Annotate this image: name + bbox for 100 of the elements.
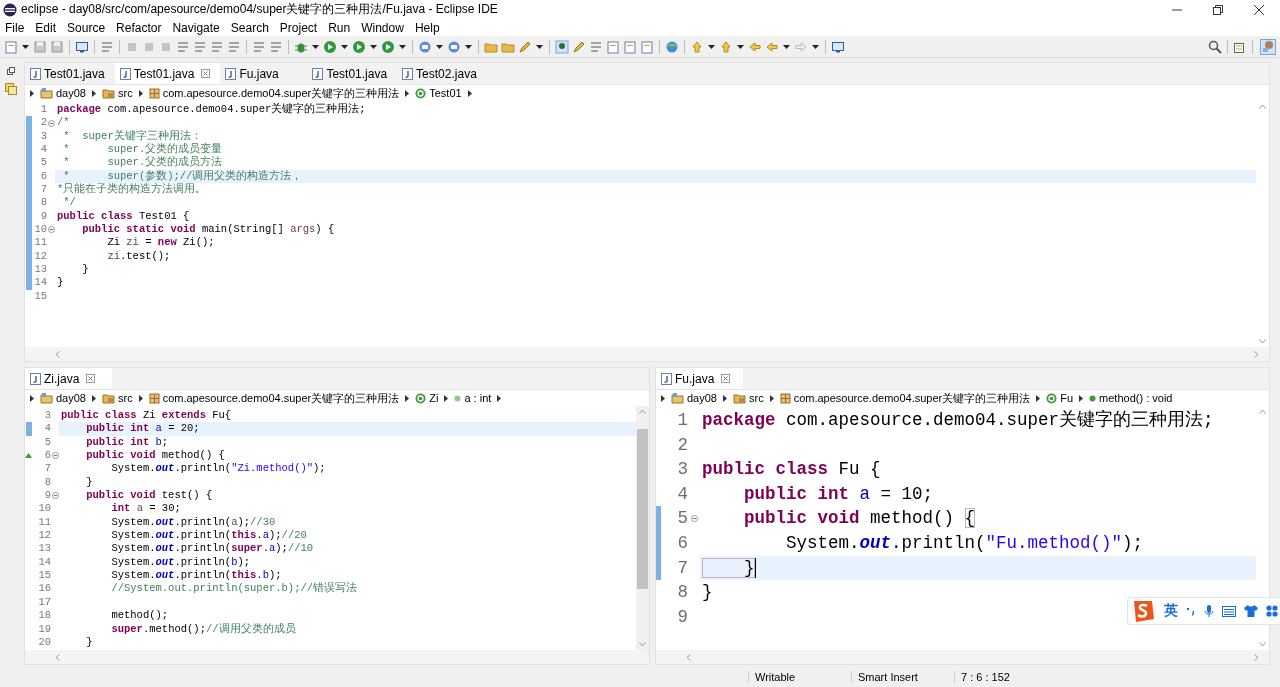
editor-tab[interactable]: Fu.java bbox=[656, 368, 743, 389]
pin-icon[interactable] bbox=[555, 39, 569, 54]
breadcrumb-arrow-icon[interactable] bbox=[138, 89, 143, 97]
caret-icon[interactable] bbox=[465, 44, 472, 49]
breadcrumb-item[interactable]: day08 bbox=[671, 392, 717, 404]
menu-item[interactable]: Help bbox=[414, 20, 440, 35]
microphone-icon[interactable] bbox=[1204, 604, 1214, 618]
scroll-left-icon[interactable] bbox=[55, 350, 60, 358]
menu-item[interactable]: Search bbox=[230, 20, 269, 35]
breadcrumb-item[interactable]: Zi bbox=[415, 392, 439, 404]
caret-icon[interactable] bbox=[536, 44, 543, 49]
editor-tab[interactable]: Test01.java bbox=[25, 63, 115, 84]
breadcrumb-arrow-icon[interactable] bbox=[1079, 394, 1084, 402]
fold-icon[interactable] bbox=[690, 515, 698, 523]
run-icon[interactable] bbox=[323, 39, 337, 54]
run-icon[interactable] bbox=[352, 39, 366, 54]
breadcrumb-item[interactable]: day08 bbox=[40, 87, 86, 99]
breadcrumb-arrow-icon[interactable] bbox=[661, 394, 665, 402]
scroll-down-icon[interactable] bbox=[1259, 339, 1266, 344]
shirt-icon[interactable] bbox=[1244, 605, 1258, 617]
caret-icon[interactable] bbox=[312, 44, 319, 49]
breadcrumb-item[interactable]: src bbox=[733, 392, 764, 404]
caret-icon[interactable] bbox=[22, 44, 29, 49]
breadcrumb-item[interactable]: com.apesource.demo04.super关键字的三种用法 bbox=[148, 85, 400, 101]
menu-item[interactable]: Navigate bbox=[172, 20, 220, 35]
monitor-icon[interactable] bbox=[75, 39, 89, 54]
breadcrumb-arrow-icon[interactable] bbox=[92, 89, 96, 97]
punctuation-icon[interactable] bbox=[1186, 605, 1196, 617]
breadcrumb-item[interactable]: src bbox=[102, 87, 133, 99]
breadcrumb-arrow-icon[interactable] bbox=[497, 394, 502, 402]
editor-tab[interactable]: Fu.java bbox=[220, 63, 308, 84]
globe-icon[interactable] bbox=[665, 39, 679, 54]
scroll-up-icon[interactable] bbox=[639, 409, 646, 414]
breadcrumb-arrow-icon[interactable] bbox=[92, 394, 96, 402]
breadcrumb-item[interactable]: com.apesource.demo04.super关键字的三种用法 bbox=[148, 390, 400, 406]
breadcrumb-item[interactable]: src bbox=[102, 392, 133, 404]
caret-icon[interactable] bbox=[370, 44, 377, 49]
horizontal-scrollbar[interactable] bbox=[25, 347, 1269, 361]
caret-icon[interactable] bbox=[341, 44, 348, 49]
keyboard-icon[interactable] bbox=[1222, 605, 1236, 617]
scroll-left-icon[interactable] bbox=[686, 653, 691, 661]
package-explorer-icon[interactable] bbox=[4, 82, 18, 96]
menu-item[interactable]: Window bbox=[361, 20, 404, 35]
scroll-right-icon[interactable] bbox=[1254, 653, 1259, 661]
list-icon[interactable] bbox=[252, 39, 266, 54]
caret-icon[interactable] bbox=[708, 44, 715, 49]
fold-icon[interactable] bbox=[51, 452, 59, 460]
breadcrumb-item[interactable]: day08 bbox=[40, 392, 86, 404]
breadcrumb-arrow-icon[interactable] bbox=[444, 394, 449, 402]
scroll-down-icon[interactable] bbox=[1259, 642, 1266, 647]
scroll-down-icon[interactable] bbox=[639, 642, 646, 647]
breadcrumb-item[interactable]: Fu bbox=[1046, 392, 1074, 404]
breadcrumb-arrow-icon[interactable] bbox=[405, 394, 410, 402]
scroll-left-icon[interactable] bbox=[55, 653, 60, 661]
breadcrumb-item[interactable]: a : int bbox=[454, 392, 492, 404]
run-icon[interactable] bbox=[381, 39, 395, 54]
caret-icon[interactable] bbox=[812, 44, 819, 49]
close-icon[interactable] bbox=[1253, 3, 1265, 16]
breadcrumb-arrow-icon[interactable] bbox=[723, 394, 727, 402]
breadcrumb-item[interactable]: com.apesource.demo04.super关键字的三种用法 bbox=[779, 390, 1031, 406]
breadcrumb-arrow-icon[interactable] bbox=[1036, 394, 1041, 402]
scroll-right-icon[interactable] bbox=[1254, 350, 1259, 358]
editor-tab[interactable]: Test01.java bbox=[114, 63, 221, 84]
restore-icon[interactable] bbox=[6, 66, 16, 76]
editor-tab[interactable]: Zi.java bbox=[25, 368, 112, 389]
breadcrumb-item[interactable]: Test01 bbox=[415, 87, 462, 99]
menu-item[interactable]: Project bbox=[279, 20, 318, 35]
caret-icon[interactable] bbox=[399, 44, 406, 49]
search-icon[interactable] bbox=[1208, 39, 1222, 54]
menu-item[interactable]: Run bbox=[328, 20, 351, 35]
breadcrumb-item[interactable]: method() : void bbox=[1089, 392, 1173, 404]
document-icon[interactable] bbox=[623, 39, 637, 54]
fold-icon[interactable] bbox=[51, 492, 59, 500]
fold-icon[interactable] bbox=[47, 226, 55, 234]
editor-tab[interactable]: Test02.java bbox=[397, 63, 487, 84]
horizontal-scrollbar[interactable] bbox=[656, 650, 1269, 664]
scroll-up-icon[interactable] bbox=[1259, 104, 1266, 109]
caret-icon[interactable] bbox=[737, 44, 744, 49]
scroll-up-icon[interactable] bbox=[1259, 409, 1266, 414]
maximize-icon[interactable] bbox=[1212, 3, 1224, 16]
caret-icon[interactable] bbox=[436, 44, 443, 49]
horizontal-scrollbar[interactable] bbox=[25, 650, 649, 664]
input-mode-label[interactable]: 英 bbox=[1164, 602, 1178, 620]
menu-item[interactable]: Refactor bbox=[116, 20, 162, 35]
breadcrumb-arrow-icon[interactable] bbox=[30, 394, 34, 402]
editor-tab[interactable]: Test01.java bbox=[307, 63, 398, 84]
document-icon[interactable] bbox=[640, 39, 654, 54]
breadcrumb-arrow-icon[interactable] bbox=[769, 394, 774, 402]
window-icon[interactable] bbox=[831, 39, 845, 54]
java-perspective-icon[interactable] bbox=[1260, 38, 1276, 55]
pencil-icon[interactable] bbox=[518, 39, 532, 54]
document-icon[interactable] bbox=[606, 39, 620, 54]
breadcrumb-arrow-icon[interactable] bbox=[467, 89, 472, 97]
breadcrumb-arrow-icon[interactable] bbox=[30, 89, 34, 97]
pencil-icon[interactable] bbox=[572, 39, 586, 54]
caret-icon[interactable] bbox=[783, 44, 790, 49]
breadcrumb-arrow-icon[interactable] bbox=[405, 89, 410, 97]
grid-icon[interactable] bbox=[1266, 605, 1278, 617]
fold-icon[interactable] bbox=[47, 119, 55, 127]
menu-item[interactable]: Edit bbox=[35, 20, 57, 35]
